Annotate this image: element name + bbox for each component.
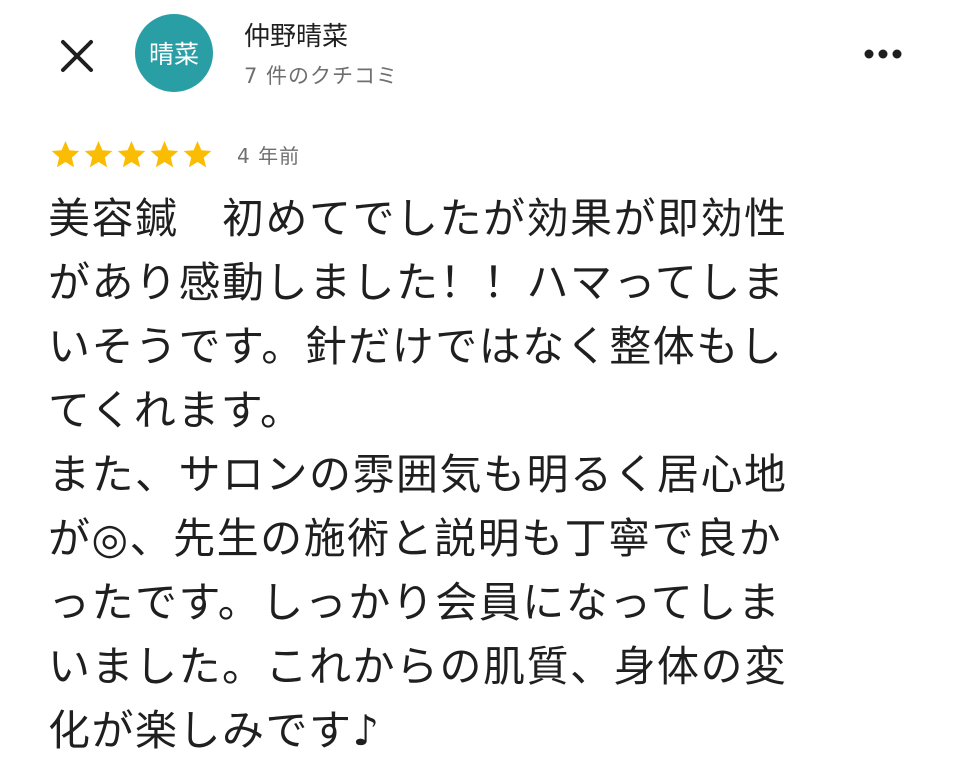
review-text-line: ったです。しっかり会員になってしま [48,578,782,627]
avatar[interactable]: 晴菜 [135,14,213,92]
star-icon [149,139,180,170]
review-text-line: いそうです。針だけではなく整体もし [48,322,784,371]
review-text-line: 美容鍼 初めてでしたが効果が即効性 [48,194,788,243]
user-name[interactable]: 仲野晴菜 [244,16,348,53]
review-text: 美容鍼 初めてでしたが効果が即効性 があり感動しました！！ハマってしま いそうです。… [48,187,928,763]
more-horizontal-icon [864,49,902,59]
review-text-line: いました。これからの肌質、身体の変 [48,642,788,691]
review-header: 晴菜 仲野晴菜 7 件のクチコミ [0,0,960,110]
review-text-line: があり感動しました！！ハマってしま [48,258,786,307]
close-button[interactable] [54,33,100,79]
review-text-line: が◎、先生の施術と説明も丁寧で良か [48,514,783,563]
star-icon [83,139,114,170]
star-rating [50,139,215,170]
more-options-button[interactable] [858,40,908,68]
close-icon [61,40,93,72]
star-icon [50,139,81,170]
rating-row: 4 年前 [50,137,300,171]
review-text-line: てくれます。 [48,386,304,435]
review-text-line: また、サロンの雰囲気も明るく居心地 [48,450,788,499]
star-icon [116,139,147,170]
review-text-line: 化が楽しみです♪ [48,706,381,755]
review-count: 7 件のクチコミ [244,64,399,88]
star-icon [182,139,213,170]
review-date: 4 年前 [237,143,301,168]
